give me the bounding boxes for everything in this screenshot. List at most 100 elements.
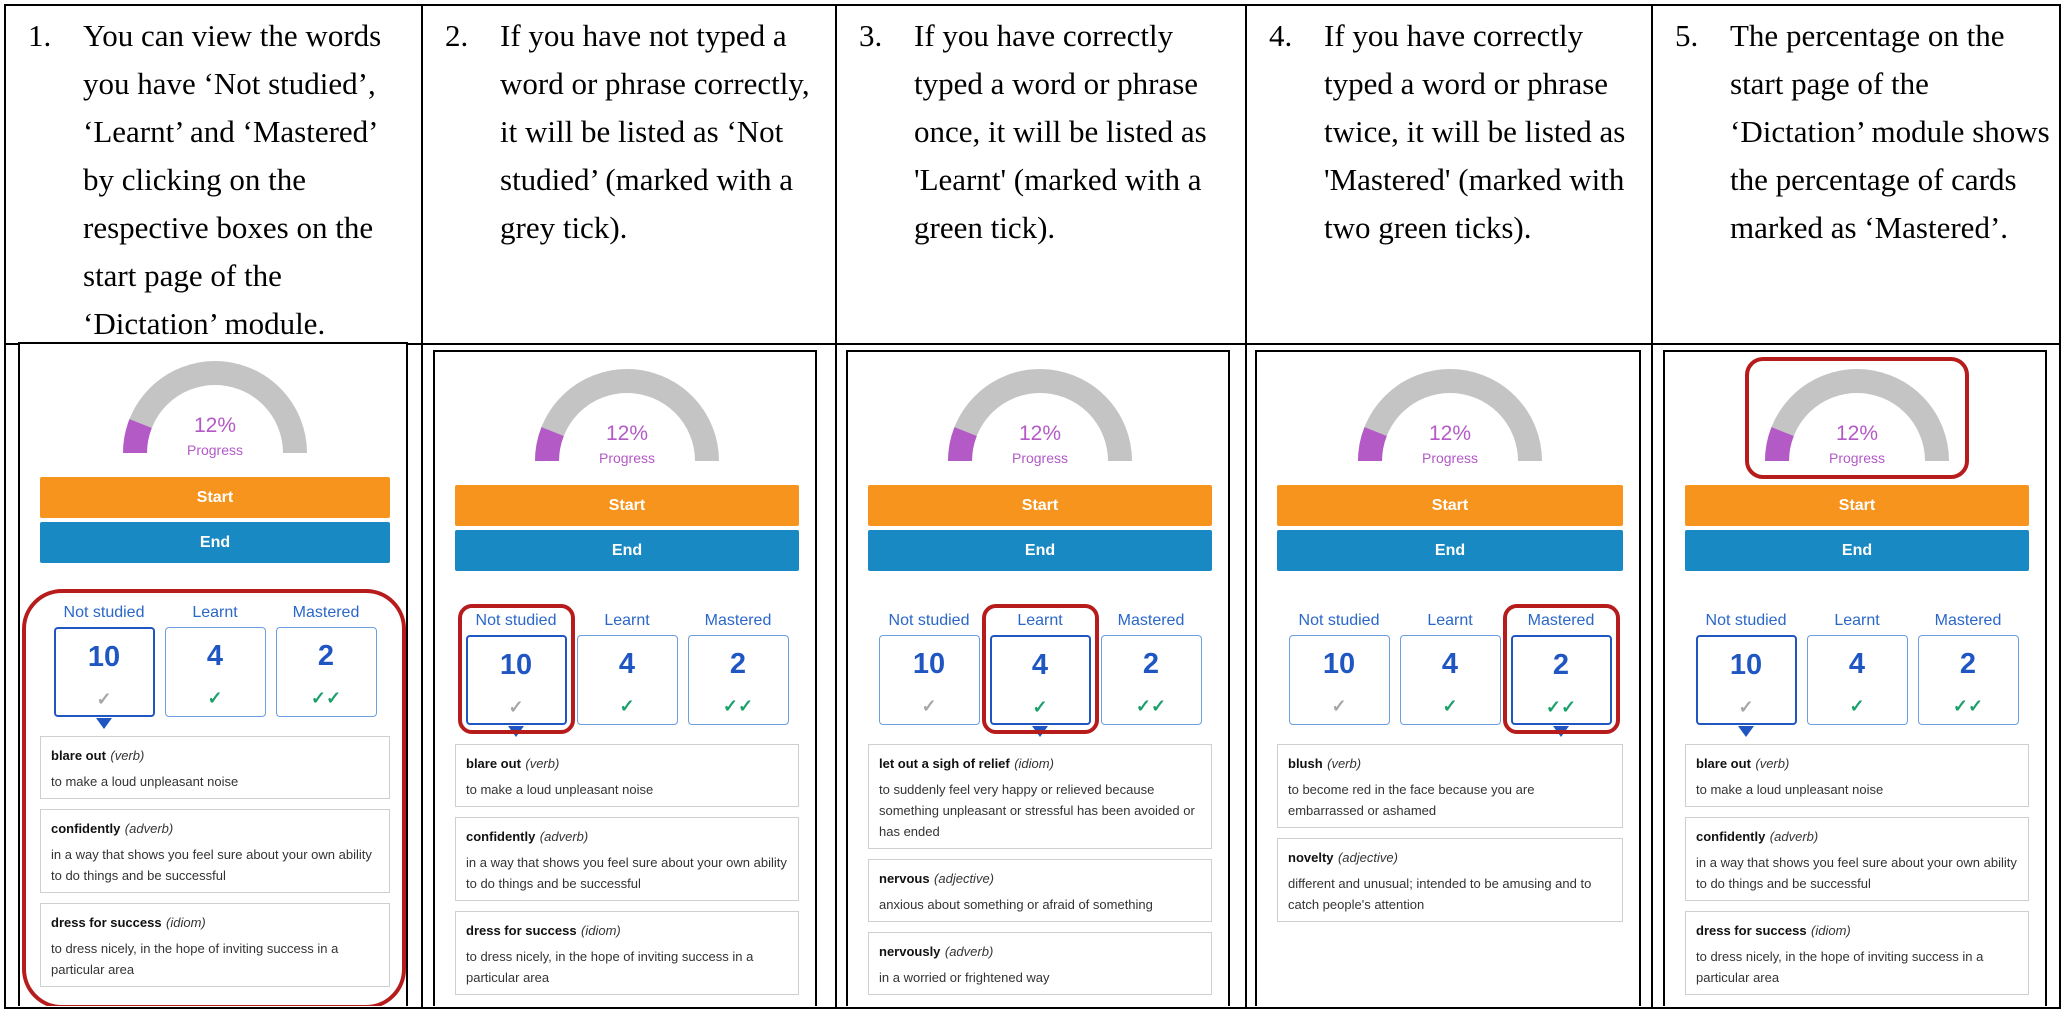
list-item[interactable]: let out a sigh of relief (idiom) to sudde… bbox=[868, 744, 1212, 849]
tab-label-mastered[interactable]: Mastered bbox=[1918, 612, 2018, 630]
progress-gauge: 12% Progress bbox=[1355, 366, 1545, 466]
tab-label-not-studied[interactable]: Not studied bbox=[1696, 612, 1796, 630]
list-item[interactable]: dress for success (idiom) to dress nicely… bbox=[455, 911, 799, 995]
end-button[interactable]: End bbox=[1685, 530, 2029, 571]
list-item-heading: dress for success (idiom) bbox=[1696, 922, 2018, 940]
tab-label-mastered[interactable]: Mastered bbox=[688, 612, 788, 630]
list-item[interactable]: nervous (adjective) anxious about somethi… bbox=[868, 859, 1212, 922]
list-item-heading: blare out (verb) bbox=[466, 755, 788, 773]
step-text: You can view the words you have ‘Not stu… bbox=[83, 18, 382, 341]
count-box-learnt[interactable]: 4 ✓ bbox=[1806, 635, 1908, 725]
grey-tick-icon: ✓ bbox=[1738, 697, 1754, 717]
list-item[interactable]: blush (verb) to become red in the face be… bbox=[1277, 744, 1623, 828]
count-box-mastered[interactable]: 2 ✓✓ bbox=[1100, 635, 1202, 725]
tab-label-not-studied[interactable]: Not studied bbox=[1289, 612, 1389, 630]
list-item[interactable]: confidently (adverb) in a way that shows … bbox=[1685, 817, 2029, 901]
start-button[interactable]: Start bbox=[1685, 485, 2029, 526]
start-button[interactable]: Start bbox=[455, 485, 799, 526]
word-text: blare out bbox=[1696, 756, 1751, 771]
count-box-mastered[interactable]: 2 ✓✓ bbox=[687, 635, 789, 725]
progress-gauge: 12% Progress bbox=[532, 366, 722, 466]
definition-text: to make a loud unpleasant noise bbox=[466, 782, 654, 797]
progress-percentage: 12% bbox=[605, 422, 649, 445]
tab-label-learnt[interactable]: Learnt bbox=[577, 612, 677, 630]
count-value: 10 bbox=[1729, 649, 1763, 681]
tab-label-learnt[interactable]: Learnt bbox=[1807, 612, 1907, 630]
count-value: 10 bbox=[1322, 648, 1356, 680]
grey-tick-icon: ✓ bbox=[921, 696, 937, 716]
definition-text: in a way that shows you feel sure about … bbox=[1696, 855, 2017, 891]
count-box-not-studied[interactable]: 10 ✓ bbox=[878, 635, 980, 725]
list-item[interactable]: nervously (adverb) in a worried or fright… bbox=[868, 932, 1212, 995]
instruction-step-1: 1. You can view the words you have ‘Not … bbox=[6, 6, 421, 343]
end-button[interactable]: End bbox=[455, 530, 799, 571]
word-type: (adverb) bbox=[539, 829, 589, 844]
screenshot-panel-5: 12% Progress Start End Not studied 10 ✓ Learnt 4… bbox=[1651, 342, 2059, 1006]
step-text: If you have correctly typed a word or ph… bbox=[914, 18, 1207, 245]
list-item-heading: confidently (adverb) bbox=[466, 828, 788, 846]
count-box-not-studied[interactable]: 10 ✓ bbox=[1695, 635, 1797, 725]
highlight-outline bbox=[22, 589, 406, 1006]
definition-text: in a way that shows you feel sure about … bbox=[466, 855, 787, 891]
grey-tick-icon: ✓ bbox=[1331, 696, 1347, 716]
definition-text: to suddenly feel very happy or relieved … bbox=[879, 782, 1195, 839]
list-item-heading: novelty (adjective) bbox=[1288, 849, 1612, 867]
list-item-heading: nervous (adjective) bbox=[879, 870, 1201, 888]
word-text: confidently bbox=[466, 829, 536, 844]
count-value: 4 bbox=[618, 648, 636, 680]
step-number: 1. bbox=[28, 18, 52, 53]
count-value: 2 bbox=[1142, 648, 1160, 680]
count-value: 4 bbox=[1848, 648, 1866, 680]
step-text: If you have not typed a word or phrase c… bbox=[500, 18, 810, 245]
list-item[interactable]: novelty (adjective) different and unusual… bbox=[1277, 838, 1623, 922]
list-item[interactable]: blare out (verb) to make a loud unpleasan… bbox=[1685, 744, 2029, 807]
definition-text: to dress nicely, in the hope of inviting… bbox=[1696, 949, 1984, 985]
tab-label-not-studied[interactable]: Not studied bbox=[879, 612, 979, 630]
tab-label-mastered[interactable]: Mastered bbox=[1101, 612, 1201, 630]
start-button[interactable]: Start bbox=[1277, 485, 1623, 526]
word-type: (idiom) bbox=[1014, 756, 1054, 771]
end-button[interactable]: End bbox=[868, 530, 1212, 571]
end-button[interactable]: End bbox=[1277, 530, 1623, 571]
word-text: nervously bbox=[879, 944, 941, 959]
count-value: 10 bbox=[912, 648, 946, 680]
word-type: (verb) bbox=[1327, 756, 1362, 771]
count-value: 4 bbox=[1441, 648, 1459, 680]
word-type: (adjective) bbox=[934, 871, 994, 886]
word-type: (adjective) bbox=[1337, 850, 1398, 865]
tab-label-learnt[interactable]: Learnt bbox=[1400, 612, 1500, 630]
app-screenshot-frame: 12% Progress Start End Not studied 10 ✓ Learnt 4… bbox=[18, 342, 408, 1006]
green-tick-icon: ✓ bbox=[619, 696, 635, 716]
list-item-heading: nervously (adverb) bbox=[879, 943, 1201, 961]
word-text: novelty bbox=[1288, 850, 1334, 865]
definition-text: to become red in the face because you ar… bbox=[1288, 782, 1535, 818]
word-type: (verb) bbox=[1755, 756, 1790, 771]
step-text: If you have correctly typed a word or ph… bbox=[1324, 18, 1626, 245]
app-screenshot-frame: 12% Progress Start End Not studied 10 ✓ Learnt 4… bbox=[1255, 350, 1641, 1006]
word-type: (verb) bbox=[525, 756, 560, 771]
count-box-not-studied[interactable]: 10 ✓ bbox=[1288, 635, 1390, 725]
progress-label: Progress bbox=[598, 450, 656, 466]
start-button[interactable]: Start bbox=[40, 477, 390, 518]
count-box-learnt[interactable]: 4 ✓ bbox=[1399, 635, 1501, 725]
app-screenshot-frame: 12% Progress Start End Not studied 10 ✓ Learnt 4… bbox=[1663, 350, 2047, 1006]
progress-gauge: 12% Progress bbox=[945, 366, 1135, 466]
list-item[interactable]: confidently (adverb) in a way that shows … bbox=[455, 817, 799, 901]
step-number: 5. bbox=[1675, 18, 1699, 53]
list-item[interactable]: dress for success (idiom) to dress nicely… bbox=[1685, 911, 2029, 995]
count-box-learnt[interactable]: 4 ✓ bbox=[576, 635, 678, 725]
end-button[interactable]: End bbox=[40, 522, 390, 563]
list-item[interactable]: blare out (verb) to make a loud unpleasan… bbox=[455, 744, 799, 807]
word-type: (idiom) bbox=[1811, 923, 1851, 938]
count-value: 2 bbox=[729, 648, 747, 680]
count-box-mastered[interactable]: 2 ✓✓ bbox=[1917, 635, 2019, 725]
progress-label: Progress bbox=[1421, 450, 1479, 466]
count-value: 2 bbox=[1959, 648, 1977, 680]
screenshot-panel-3: 12% Progress Start End Not studied 10 ✓ Learnt 4… bbox=[835, 342, 1243, 1006]
step-number: 2. bbox=[445, 18, 469, 53]
start-button[interactable]: Start bbox=[868, 485, 1212, 526]
highlight-outline bbox=[981, 604, 1099, 734]
highlight-outline bbox=[457, 604, 575, 734]
screenshot-panel-4: 12% Progress Start End Not studied 10 ✓ Learnt 4… bbox=[1245, 342, 1649, 1006]
green-tick-icon: ✓ bbox=[1442, 696, 1458, 716]
